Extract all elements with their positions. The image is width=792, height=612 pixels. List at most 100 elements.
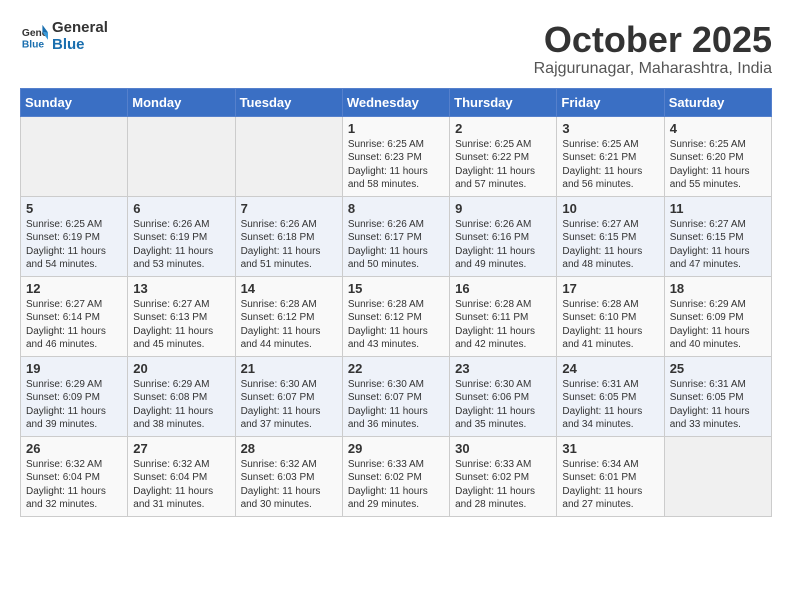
cell-content: Sunrise: 6:32 AM Sunset: 6:04 PM Dayligh… (26, 458, 122, 512)
calendar-cell: 22Sunrise: 6:30 AM Sunset: 6:07 PM Dayli… (342, 356, 449, 436)
calendar-cell: 13 Sunrise: 6:27 AM Sunset: 6:13 PM Dayli… (128, 276, 235, 356)
calendar-cell: 25 Sunrise: 6:31 AM Sunset: 6:05 PM Dayli… (664, 356, 771, 436)
calendar-cell: 24 Sunrise: 6:31 AM Sunset: 6:05 PM Dayli… (557, 356, 664, 436)
calendar-cell (128, 116, 235, 196)
logo-blue-text: Blue (52, 37, 108, 54)
calendar-cell: 19 Sunrise: 6:29 AM Sunset: 6:09 PM Dayli… (21, 356, 128, 436)
calendar-cell: 26Sunrise: 6:32 AM Sunset: 6:04 PM Dayli… (21, 436, 128, 516)
calendar-cell: 23Sunrise: 6:30 AM Sunset: 6:06 PM Dayli… (450, 356, 557, 436)
cell-content: Sunrise: 6:25 AM Sunset: 6:19 PM Dayligh… (26, 218, 122, 272)
calendar-cell: 20 Sunrise: 6:29 AM Sunset: 6:08 PM Dayli… (128, 356, 235, 436)
day-number: 2 (455, 121, 551, 136)
day-number: 30 (455, 441, 551, 456)
day-number: 18 (670, 281, 766, 296)
title-section: October 2025 Rajgurunagar, Maharashtra, … (534, 20, 772, 78)
logo-icon: General Blue (20, 23, 48, 51)
cell-content: Sunrise: 6:28 AM Sunset: 6:10 PM Dayligh… (562, 298, 658, 352)
cell-content: Sunrise: 6:30 AM Sunset: 6:07 PM Dayligh… (348, 378, 444, 432)
calendar-week-1: 1Sunrise: 6:25 AM Sunset: 6:23 PM Daylig… (21, 116, 772, 196)
calendar-week-2: 5Sunrise: 6:25 AM Sunset: 6:19 PM Daylig… (21, 196, 772, 276)
calendar-cell: 8 Sunrise: 6:26 AM Sunset: 6:17 PM Daylig… (342, 196, 449, 276)
weekday-header-tuesday: Tuesday (235, 88, 342, 116)
day-number: 28 (241, 441, 337, 456)
day-number: 3 (562, 121, 658, 136)
calendar-cell (21, 116, 128, 196)
cell-content: Sunrise: 6:28 AM Sunset: 6:12 PM Dayligh… (241, 298, 337, 352)
weekday-header-monday: Monday (128, 88, 235, 116)
day-number: 29 (348, 441, 444, 456)
weekday-header-row: SundayMondayTuesdayWednesdayThursdayFrid… (21, 88, 772, 116)
calendar-cell: 28 Sunrise: 6:32 AM Sunset: 6:03 PM Dayli… (235, 436, 342, 516)
cell-content: Sunrise: 6:33 AM Sunset: 6:02 PM Dayligh… (348, 458, 444, 512)
day-number: 25 (670, 361, 766, 376)
calendar-cell: 29 Sunrise: 6:33 AM Sunset: 6:02 PM Dayli… (342, 436, 449, 516)
day-number: 20 (133, 361, 229, 376)
weekday-header-wednesday: Wednesday (342, 88, 449, 116)
calendar-cell (235, 116, 342, 196)
day-number: 10 (562, 201, 658, 216)
calendar-cell: 15 Sunrise: 6:28 AM Sunset: 6:12 PM Dayli… (342, 276, 449, 356)
day-number: 24 (562, 361, 658, 376)
day-number: 6 (133, 201, 229, 216)
calendar-cell: 4 Sunrise: 6:25 AM Sunset: 6:20 PM Daylig… (664, 116, 771, 196)
cell-content: Sunrise: 6:29 AM Sunset: 6:09 PM Dayligh… (670, 298, 766, 352)
cell-content: Sunrise: 6:34 AM Sunset: 6:01 PM Dayligh… (562, 458, 658, 512)
day-number: 14 (241, 281, 337, 296)
cell-content: Sunrise: 6:28 AM Sunset: 6:12 PM Dayligh… (348, 298, 444, 352)
calendar-cell: 12Sunrise: 6:27 AM Sunset: 6:14 PM Dayli… (21, 276, 128, 356)
day-number: 16 (455, 281, 551, 296)
calendar-cell: 10 Sunrise: 6:27 AM Sunset: 6:15 PM Dayli… (557, 196, 664, 276)
cell-content: Sunrise: 6:32 AM Sunset: 6:04 PM Dayligh… (133, 458, 229, 512)
cell-content: Sunrise: 6:31 AM Sunset: 6:05 PM Dayligh… (670, 378, 766, 432)
cell-content: Sunrise: 6:27 AM Sunset: 6:13 PM Dayligh… (133, 298, 229, 352)
cell-content: Sunrise: 6:27 AM Sunset: 6:15 PM Dayligh… (562, 218, 658, 272)
location: Rajgurunagar, Maharashtra, India (534, 60, 772, 78)
cell-content: Sunrise: 6:29 AM Sunset: 6:08 PM Dayligh… (133, 378, 229, 432)
weekday-header-friday: Friday (557, 88, 664, 116)
calendar-cell: 16 Sunrise: 6:28 AM Sunset: 6:11 PM Dayli… (450, 276, 557, 356)
day-number: 8 (348, 201, 444, 216)
calendar-cell: 2 Sunrise: 6:25 AM Sunset: 6:22 PM Daylig… (450, 116, 557, 196)
cell-content: Sunrise: 6:29 AM Sunset: 6:09 PM Dayligh… (26, 378, 122, 432)
calendar-cell: 18 Sunrise: 6:29 AM Sunset: 6:09 PM Dayli… (664, 276, 771, 356)
day-number: 23 (455, 361, 551, 376)
calendar-cell: 14 Sunrise: 6:28 AM Sunset: 6:12 PM Dayli… (235, 276, 342, 356)
cell-content: Sunrise: 6:25 AM Sunset: 6:20 PM Dayligh… (670, 138, 766, 192)
day-number: 13 (133, 281, 229, 296)
logo: General Blue General Blue (20, 20, 108, 53)
cell-content: Sunrise: 6:26 AM Sunset: 6:17 PM Dayligh… (348, 218, 444, 272)
calendar-week-3: 12Sunrise: 6:27 AM Sunset: 6:14 PM Dayli… (21, 276, 772, 356)
calendar-cell: 27 Sunrise: 6:32 AM Sunset: 6:04 PM Dayli… (128, 436, 235, 516)
cell-content: Sunrise: 6:33 AM Sunset: 6:02 PM Dayligh… (455, 458, 551, 512)
day-number: 9 (455, 201, 551, 216)
weekday-header-saturday: Saturday (664, 88, 771, 116)
svg-text:Blue: Blue (22, 39, 45, 50)
day-number: 7 (241, 201, 337, 216)
cell-content: Sunrise: 6:25 AM Sunset: 6:23 PM Dayligh… (348, 138, 444, 192)
cell-content: Sunrise: 6:25 AM Sunset: 6:21 PM Dayligh… (562, 138, 658, 192)
day-number: 17 (562, 281, 658, 296)
calendar-cell: 30 Sunrise: 6:33 AM Sunset: 6:02 PM Dayli… (450, 436, 557, 516)
calendar-cell: 1Sunrise: 6:25 AM Sunset: 6:23 PM Daylig… (342, 116, 449, 196)
cell-content: Sunrise: 6:27 AM Sunset: 6:15 PM Dayligh… (670, 218, 766, 272)
day-number: 27 (133, 441, 229, 456)
day-number: 12 (26, 281, 122, 296)
cell-content: Sunrise: 6:32 AM Sunset: 6:03 PM Dayligh… (241, 458, 337, 512)
cell-content: Sunrise: 6:30 AM Sunset: 6:07 PM Dayligh… (241, 378, 337, 432)
calendar-cell: 3 Sunrise: 6:25 AM Sunset: 6:21 PM Daylig… (557, 116, 664, 196)
calendar-cell: 6Sunrise: 6:26 AM Sunset: 6:19 PM Daylig… (128, 196, 235, 276)
cell-content: Sunrise: 6:25 AM Sunset: 6:22 PM Dayligh… (455, 138, 551, 192)
calendar-cell: 9 Sunrise: 6:26 AM Sunset: 6:16 PM Daylig… (450, 196, 557, 276)
weekday-header-thursday: Thursday (450, 88, 557, 116)
cell-content: Sunrise: 6:26 AM Sunset: 6:16 PM Dayligh… (455, 218, 551, 272)
weekday-header-sunday: Sunday (21, 88, 128, 116)
calendar-cell: 31Sunrise: 6:34 AM Sunset: 6:01 PM Dayli… (557, 436, 664, 516)
day-number: 4 (670, 121, 766, 136)
cell-content: Sunrise: 6:31 AM Sunset: 6:05 PM Dayligh… (562, 378, 658, 432)
day-number: 19 (26, 361, 122, 376)
cell-content: Sunrise: 6:28 AM Sunset: 6:11 PM Dayligh… (455, 298, 551, 352)
day-number: 21 (241, 361, 337, 376)
page-header: General Blue General Blue October 2025 R… (20, 20, 772, 78)
calendar-week-4: 19 Sunrise: 6:29 AM Sunset: 6:09 PM Dayli… (21, 356, 772, 436)
day-number: 15 (348, 281, 444, 296)
